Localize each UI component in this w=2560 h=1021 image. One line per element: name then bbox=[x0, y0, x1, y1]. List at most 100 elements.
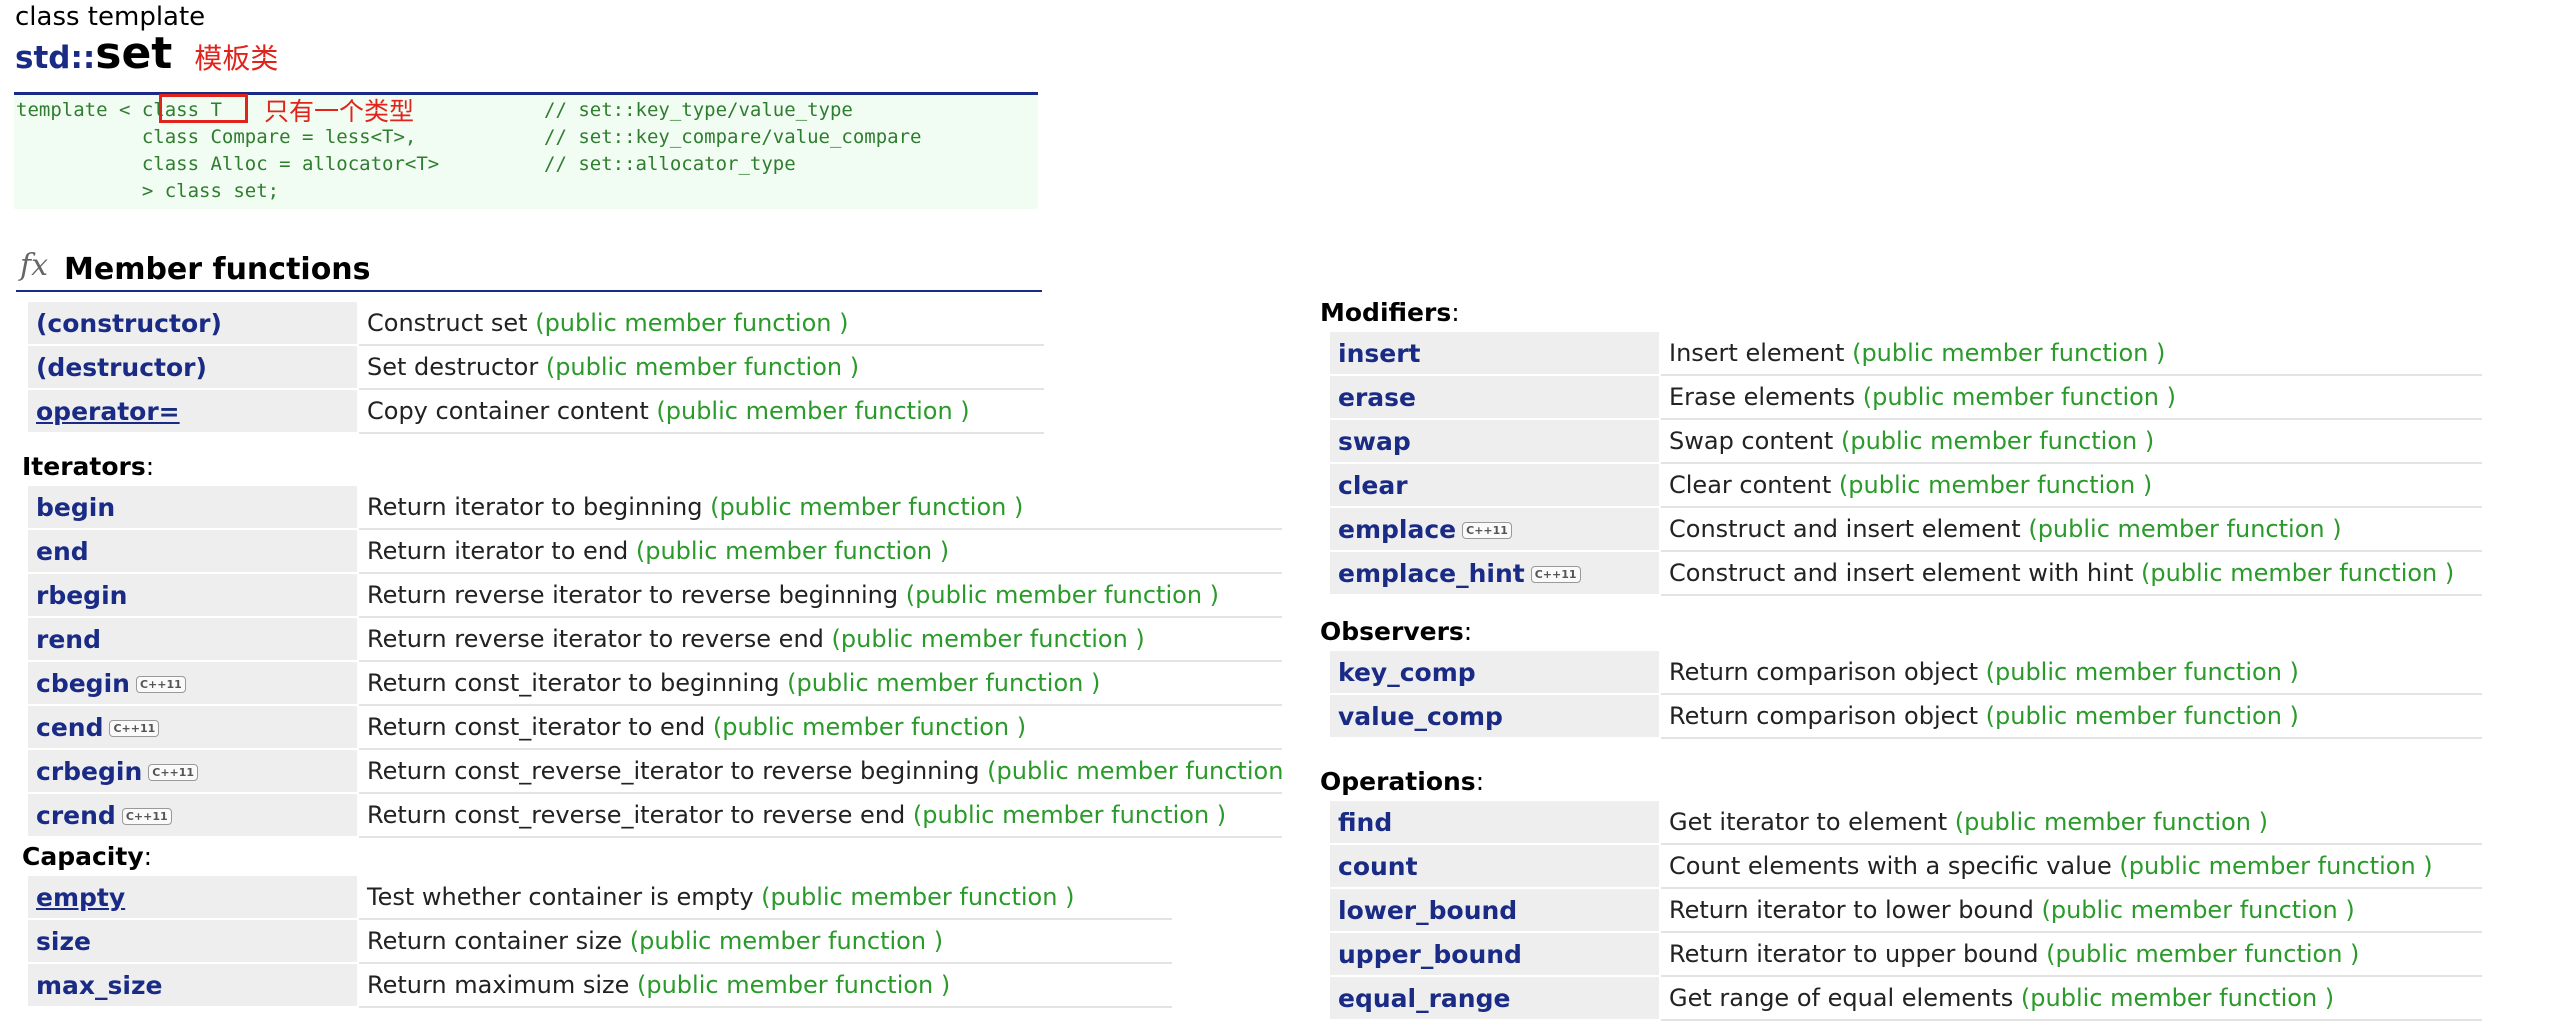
section-title-member-functions: Member functions bbox=[64, 252, 371, 287]
member-description: Insert element bbox=[1669, 339, 1845, 367]
section-observers-label: Observers bbox=[1320, 617, 1464, 646]
member-name[interactable]: find bbox=[1338, 808, 1392, 837]
member-link-crend[interactable]: crend C++11 bbox=[28, 792, 359, 838]
member-link-operator[interactable]: operator= bbox=[28, 388, 359, 434]
public-member-function-tag: (public member function ) bbox=[545, 353, 860, 381]
member-link-count[interactable]: count bbox=[1330, 843, 1661, 889]
member-name[interactable]: equal_range bbox=[1338, 984, 1510, 1013]
member-link-end[interactable]: end bbox=[28, 528, 359, 574]
observers-table: key_comp Return comparison object (public… bbox=[1330, 649, 2482, 739]
member-link-clear[interactable]: clear bbox=[1330, 462, 1661, 508]
member-desc-cell: Swap content (public member function ) bbox=[1660, 418, 2482, 464]
table-row: equal_range Get range of equal elements (… bbox=[1330, 975, 2482, 1021]
member-name[interactable]: cend bbox=[36, 713, 103, 742]
member-link-cend[interactable]: cend C++11 bbox=[28, 704, 359, 750]
operations-table: find Get iterator to element (public memb… bbox=[1330, 799, 2482, 1021]
member-link-upper-bound[interactable]: upper_bound bbox=[1330, 931, 1661, 977]
member-name[interactable]: swap bbox=[1338, 427, 1411, 456]
public-member-function-tag: (public member function ) bbox=[710, 493, 1024, 521]
member-link-rend[interactable]: rend bbox=[28, 616, 359, 662]
member-desc-cell: Return iterator to beginning (public mem… bbox=[358, 484, 1282, 530]
member-name[interactable]: end bbox=[36, 537, 89, 566]
public-member-function-tag: (public member function ) bbox=[905, 581, 1220, 609]
member-link-cbegin[interactable]: cbegin C++11 bbox=[28, 660, 359, 706]
member-description: Return const_iterator to beginning bbox=[367, 669, 780, 697]
table-row: (constructor) Construct set (public membe… bbox=[28, 300, 1044, 346]
member-link-empty[interactable]: empty bbox=[28, 874, 359, 920]
member-name[interactable]: begin bbox=[36, 493, 115, 522]
member-description: Clear content bbox=[1669, 471, 1832, 499]
member-desc-cell: Set destructor (public member function ) bbox=[358, 344, 1044, 390]
cpp11-badge-icon: C++11 bbox=[1530, 565, 1581, 583]
member-name[interactable]: erase bbox=[1338, 383, 1416, 412]
member-link-destructor[interactable]: (destructor) bbox=[28, 344, 359, 390]
member-link-emplace-hint[interactable]: emplace_hint C++11 bbox=[1330, 550, 1661, 596]
public-member-function-tag: (public member function ) bbox=[637, 971, 951, 999]
member-link-swap[interactable]: swap bbox=[1330, 418, 1661, 464]
member-name[interactable]: emplace_hint bbox=[1338, 559, 1525, 588]
member-name[interactable]: cbegin bbox=[36, 669, 130, 698]
member-link-emplace[interactable]: emplace C++11 bbox=[1330, 506, 1661, 552]
member-desc-cell: Return const_reverse_iterator to reverse… bbox=[358, 792, 1282, 838]
member-description: Return const_reverse_iterator to reverse… bbox=[367, 757, 980, 785]
member-name[interactable]: upper_bound bbox=[1338, 940, 1522, 969]
capacity-table: empty Test whether container is empty (pu… bbox=[28, 874, 1172, 1008]
member-link-constructor[interactable]: (constructor) bbox=[28, 300, 359, 346]
table-row: crend C++11 Return const_reverse_iterator … bbox=[28, 792, 1282, 838]
member-link-crbegin[interactable]: crbegin C++11 bbox=[28, 748, 359, 794]
member-name[interactable]: crbegin bbox=[36, 757, 142, 786]
member-name[interactable]: count bbox=[1338, 852, 1418, 881]
member-name[interactable]: clear bbox=[1338, 471, 1408, 500]
table-row: upper_bound Return iterator to upper boun… bbox=[1330, 931, 2482, 977]
table-row: begin Return iterator to beginning (publi… bbox=[28, 484, 1282, 530]
member-link-key-comp[interactable]: key_comp bbox=[1330, 649, 1661, 695]
cpp11-badge-icon: C++11 bbox=[148, 763, 199, 781]
table-row: crbegin C++11 Return const_reverse_iterato… bbox=[28, 748, 1282, 794]
member-desc-cell: Construct and insert element with hint (… bbox=[1660, 550, 2482, 596]
public-member-function-tag: (public member function ) bbox=[1985, 658, 2299, 686]
member-link-find[interactable]: find bbox=[1330, 799, 1661, 845]
member-name[interactable]: rbegin bbox=[36, 581, 127, 610]
table-row: (destructor) Set destructor (public membe… bbox=[28, 344, 1044, 390]
member-link-insert[interactable]: insert bbox=[1330, 330, 1661, 376]
section-iterators-label: Iterators bbox=[22, 452, 146, 481]
member-name[interactable]: max_size bbox=[36, 971, 163, 1000]
member-link-begin[interactable]: begin bbox=[28, 484, 359, 530]
table-row: cbegin C++11 Return const_iterator to begi… bbox=[28, 660, 1282, 706]
member-description: Return const_reverse_iterator to reverse… bbox=[367, 801, 906, 829]
member-name[interactable]: emplace bbox=[1338, 515, 1456, 544]
member-link-erase[interactable]: erase bbox=[1330, 374, 1661, 420]
table-row: rend Return reverse iterator to reverse e… bbox=[28, 616, 1282, 662]
member-name[interactable]: operator= bbox=[36, 397, 180, 426]
section-modifiers: Modifiers: bbox=[1320, 298, 1460, 327]
modifiers-table: insert Insert element (public member func… bbox=[1330, 330, 2482, 596]
member-link-value-comp[interactable]: value_comp bbox=[1330, 693, 1661, 739]
member-description: Return comparison object bbox=[1669, 702, 1978, 730]
member-name[interactable]: insert bbox=[1338, 339, 1420, 368]
member-name[interactable]: (constructor) bbox=[36, 309, 222, 338]
member-description: Erase elements bbox=[1669, 383, 1856, 411]
member-name[interactable]: lower_bound bbox=[1338, 896, 1517, 925]
public-member-function-tag: (public member function ) bbox=[1985, 702, 2299, 730]
member-name[interactable]: crend bbox=[36, 801, 116, 830]
member-link-lower-bound[interactable]: lower_bound bbox=[1330, 887, 1661, 933]
member-name[interactable]: empty bbox=[36, 883, 125, 912]
table-row: cend C++11 Return const_iterator to end (p… bbox=[28, 704, 1282, 750]
decl-line-2-comment: // set::key_compare/value_compare bbox=[544, 126, 922, 148]
member-link-rbegin[interactable]: rbegin bbox=[28, 572, 359, 618]
member-link-equal-range[interactable]: equal_range bbox=[1330, 975, 1661, 1021]
section-divider bbox=[16, 290, 1042, 292]
member-name[interactable]: value_comp bbox=[1338, 702, 1503, 731]
cpp11-badge-icon: C++11 bbox=[135, 675, 186, 693]
member-name[interactable]: size bbox=[36, 927, 91, 956]
member-description: Get iterator to element bbox=[1669, 808, 1948, 836]
member-name[interactable]: rend bbox=[36, 625, 101, 654]
member-name[interactable]: key_comp bbox=[1338, 658, 1476, 687]
member-link-size[interactable]: size bbox=[28, 918, 359, 964]
member-link-max-size[interactable]: max_size bbox=[28, 962, 359, 1008]
table-row: lower_bound Return iterator to lower boun… bbox=[1330, 887, 2482, 933]
member-name[interactable]: (destructor) bbox=[36, 353, 207, 382]
public-member-function-tag: (public member function ) bbox=[787, 669, 1101, 697]
fx-icon: fx bbox=[20, 248, 49, 283]
public-member-function-tag: (public member function ) bbox=[2046, 940, 2360, 968]
